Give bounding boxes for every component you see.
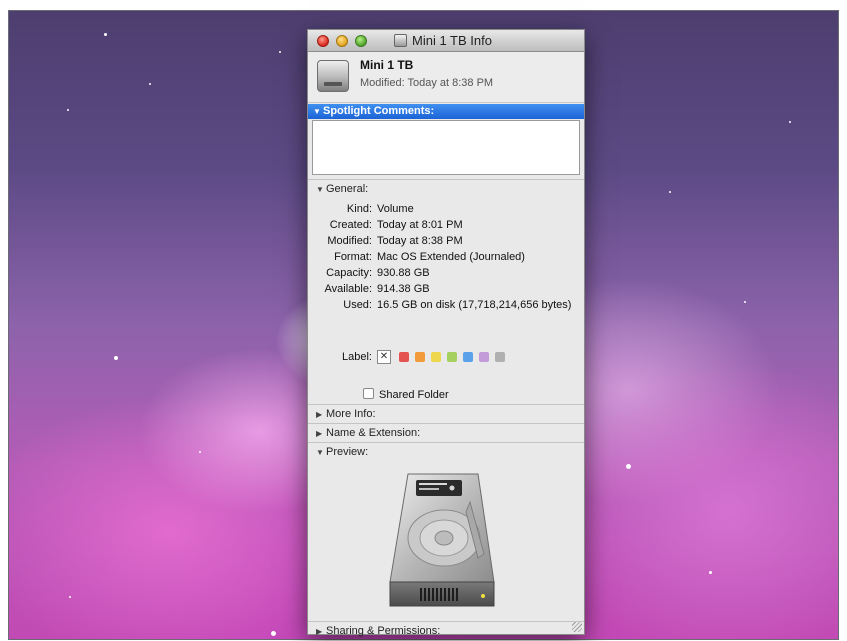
star xyxy=(279,51,281,53)
label-gray-swatch[interactable] xyxy=(495,352,505,362)
hard-drive-icon xyxy=(317,60,349,92)
window-titlebar[interactable]: Mini 1 TB Info xyxy=(308,30,584,52)
shared-folder-option[interactable]: Shared Folder xyxy=(363,388,449,401)
info-key: Kind: xyxy=(346,203,372,215)
disclosure-triangle-closed-icon: ▶ xyxy=(316,627,323,636)
general-info: Kind: Volume Created: Today at 8:01 PM M… xyxy=(308,198,584,404)
disclosure-triangle-closed-icon: ▶ xyxy=(316,429,323,438)
info-value: Today at 8:38 PM xyxy=(377,235,463,247)
star xyxy=(669,191,671,193)
star xyxy=(709,571,712,574)
spotlight-comments-field[interactable] xyxy=(312,120,580,175)
label-blue-swatch[interactable] xyxy=(463,352,473,362)
disclosure-triangle-open-icon: ▼ xyxy=(316,448,324,457)
info-value: 914.38 GB xyxy=(377,283,430,295)
section-preview[interactable]: ▼ Preview: xyxy=(308,442,584,461)
info-key: Created: xyxy=(329,219,372,231)
info-value: 16.5 GB on disk (17,718,214,656 bytes) xyxy=(377,299,572,311)
info-value: 930.88 GB xyxy=(377,267,430,279)
section-sharing-label: Sharing & Permissions: xyxy=(326,625,441,637)
label-purple-swatch[interactable] xyxy=(479,352,489,362)
shared-folder-checkbox[interactable] xyxy=(363,388,374,399)
info-key: Used: xyxy=(343,299,372,311)
disclosure-triangle-open-icon: ▼ xyxy=(313,107,321,116)
window-title: Mini 1 TB Info xyxy=(412,33,492,48)
star xyxy=(271,631,276,636)
info-key: Modified: xyxy=(327,235,372,247)
label-orange-swatch[interactable] xyxy=(415,352,425,362)
star xyxy=(744,301,746,303)
section-sharing-permissions[interactable]: ▶ Sharing & Permissions: xyxy=(308,621,584,640)
minimize-button[interactable] xyxy=(336,35,348,47)
star xyxy=(104,33,107,36)
info-key: Format: xyxy=(334,251,372,263)
shared-folder-label: Shared Folder xyxy=(379,389,449,401)
label-yellow-swatch[interactable] xyxy=(431,352,441,362)
section-name-extension-label: Name & Extension: xyxy=(326,427,421,439)
spotlight-comments-label: Spotlight Comments: xyxy=(323,105,435,117)
section-general-label: General: xyxy=(326,183,369,195)
info-header: Mini 1 TB Modified: Today at 8:38 PM xyxy=(308,52,584,103)
hard-drive-icon xyxy=(389,473,495,607)
info-value: Volume xyxy=(377,203,414,215)
resize-grip-icon[interactable] xyxy=(572,622,582,632)
info-value: Today at 8:01 PM xyxy=(377,219,463,231)
close-button[interactable] xyxy=(317,35,329,47)
star xyxy=(149,83,151,85)
star xyxy=(114,356,118,360)
volume-name: Mini 1 TB xyxy=(360,58,414,72)
info-value: Mac OS Extended (Journaled) xyxy=(377,251,525,263)
section-name-extension[interactable]: ▶ Name & Extension: xyxy=(308,423,584,442)
info-window: Mini 1 TB Info Mini 1 TB Modified: Today… xyxy=(307,29,585,637)
star xyxy=(626,464,631,469)
info-key: Capacity: xyxy=(326,267,372,279)
section-general[interactable]: ▼ General: xyxy=(308,179,584,198)
info-key: Available: xyxy=(324,283,373,295)
section-preview-label: Preview: xyxy=(326,446,369,458)
label-red-swatch[interactable] xyxy=(399,352,409,362)
label-key: Label: xyxy=(342,351,372,363)
zoom-button[interactable] xyxy=(355,35,367,47)
label-green-swatch[interactable] xyxy=(447,352,457,362)
disclosure-triangle-closed-icon: ▶ xyxy=(316,410,323,419)
no-label-button[interactable]: ✕ xyxy=(377,350,391,364)
star xyxy=(69,596,71,598)
section-more-info-label: More Info: xyxy=(326,408,376,420)
section-more-info[interactable]: ▶ More Info: xyxy=(308,404,584,423)
modified-summary: Modified: Today at 8:38 PM xyxy=(360,77,494,89)
preview-pane xyxy=(308,461,584,621)
hard-drive-icon xyxy=(394,34,407,47)
star xyxy=(789,121,791,123)
star xyxy=(67,109,69,111)
disclosure-triangle-open-icon: ▼ xyxy=(316,185,324,194)
star xyxy=(199,451,201,453)
spotlight-comments-header[interactable]: ▼ Spotlight Comments: xyxy=(308,104,584,119)
